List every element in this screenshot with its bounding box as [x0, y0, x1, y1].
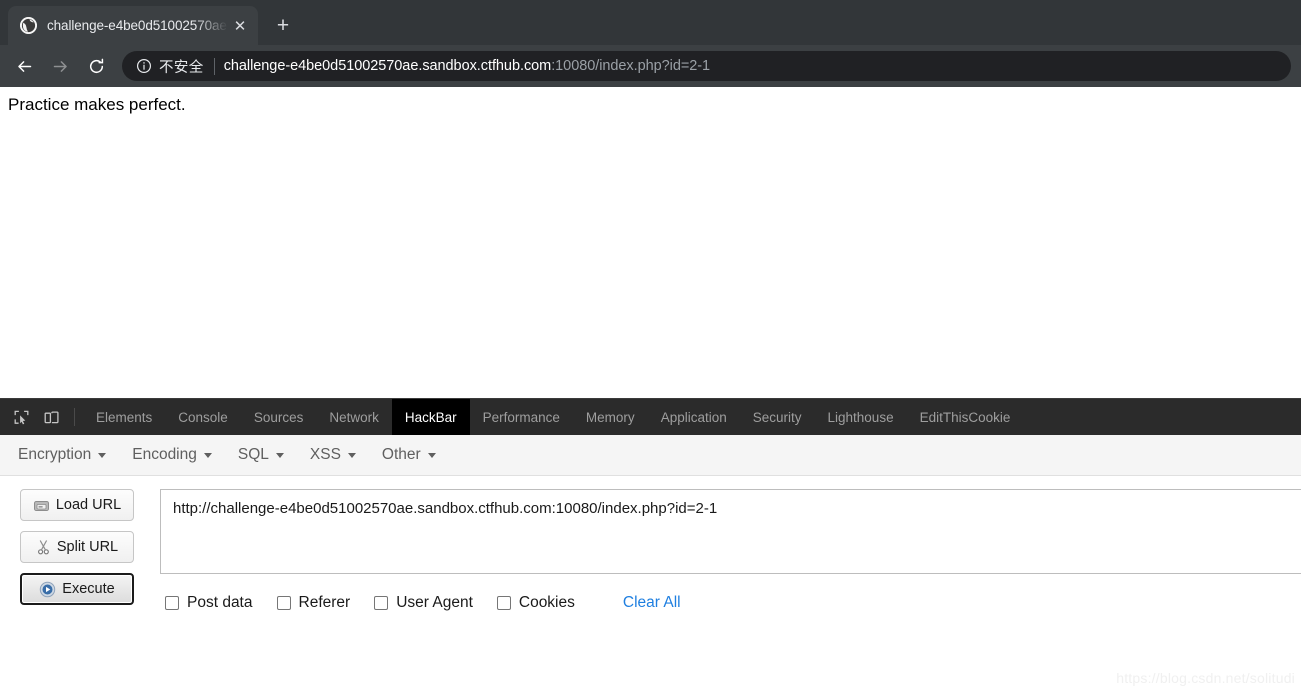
clear-all-link[interactable]: Clear All — [623, 594, 681, 612]
hackbar-action-buttons: Load URL Split URL Execute — [0, 489, 160, 688]
tab-console[interactable]: Console — [165, 399, 241, 435]
hackbar-form: http://challenge-e4be0d51002570ae.sandbo… — [160, 489, 1301, 688]
chevron-down-icon — [98, 452, 107, 458]
tab-editthiscookie[interactable]: EditThisCookie — [907, 399, 1024, 435]
option-referer[interactable]: Referer — [276, 594, 351, 612]
devtools-tabbar: Elements Console Sources Network HackBar… — [0, 398, 1301, 435]
tab-sources[interactable]: Sources — [241, 399, 317, 435]
load-url-label: Load URL — [55, 497, 122, 513]
hackbar-menubar: Encryption Encoding SQL XSS Other — [0, 435, 1301, 476]
page-viewport: Practice makes perfect. — [0, 87, 1301, 398]
cookies-label: Cookies — [518, 594, 575, 611]
url-bar[interactable]: 不安全 challenge-e4be0d51002570ae.sandbox.c… — [122, 51, 1291, 81]
scissors-icon — [36, 539, 51, 555]
info-circle-icon[interactable] — [136, 58, 152, 74]
tab-title: challenge-e4be0d51002570ae. — [47, 18, 228, 33]
navigation-toolbar: 不安全 challenge-e4be0d51002570ae.sandbox.c… — [0, 45, 1301, 87]
menu-encoding[interactable]: Encoding — [132, 446, 212, 464]
browser-tab[interactable]: challenge-e4be0d51002570ae. ✕ — [8, 6, 258, 45]
new-tab-icon[interactable]: + — [268, 11, 298, 41]
tab-application[interactable]: Application — [648, 399, 740, 435]
url-path: :10080/index.php?id=2-1 — [551, 58, 711, 74]
hackbar-options-row: Post data Referer User Agent Cookies Cle… — [160, 574, 1301, 612]
menu-sql-label: SQL — [237, 446, 269, 463]
split-url-button[interactable]: Split URL — [20, 531, 134, 563]
security-status-text: 不安全 — [159, 59, 204, 76]
post-data-label: Post data — [187, 594, 253, 611]
menu-xss-label: XSS — [309, 446, 341, 463]
referer-checkbox[interactable] — [276, 596, 291, 610]
url-text: challenge-e4be0d51002570ae.sandbox.ctfhu… — [224, 58, 710, 74]
post-data-checkbox[interactable] — [165, 596, 179, 610]
tab-network[interactable]: Network — [316, 399, 392, 435]
tab-lighthouse[interactable]: Lighthouse — [815, 399, 907, 435]
device-toolbar-icon[interactable] — [36, 399, 66, 435]
chevron-down-icon — [427, 452, 436, 458]
menu-encoding-label: Encoding — [132, 446, 197, 463]
chevron-down-icon — [203, 452, 212, 458]
close-icon[interactable]: ✕ — [230, 16, 250, 36]
hackbar-panel: Encryption Encoding SQL XSS Other Load U… — [0, 435, 1301, 688]
page-body-text: Practice makes perfect. — [8, 95, 186, 114]
tab-memory[interactable]: Memory — [573, 399, 648, 435]
devtools-panel: Elements Console Sources Network HackBar… — [0, 398, 1301, 688]
option-user-agent[interactable]: User Agent — [374, 594, 473, 612]
reload-icon[interactable] — [80, 50, 112, 82]
load-url-button[interactable]: Load URL — [20, 489, 134, 521]
tab-security[interactable]: Security — [740, 399, 815, 435]
back-icon[interactable] — [8, 50, 40, 82]
menu-other[interactable]: Other — [382, 446, 436, 464]
option-cookies[interactable]: Cookies — [496, 594, 575, 612]
url-input-value: http://challenge-e4be0d51002570ae.sandbo… — [173, 500, 718, 517]
forward-icon[interactable] — [44, 50, 76, 82]
cookies-checkbox[interactable] — [496, 596, 511, 610]
omnibox-divider — [213, 57, 215, 75]
user-agent-label: User Agent — [396, 594, 473, 611]
execute-button[interactable]: Execute — [20, 573, 134, 605]
load-url-icon — [33, 498, 50, 513]
globe-favicon — [20, 17, 37, 34]
tab-performance[interactable]: Performance — [470, 399, 573, 435]
tab-hackbar[interactable]: HackBar — [391, 399, 470, 435]
tab-elements[interactable]: Elements — [83, 399, 165, 435]
url-host: challenge-e4be0d51002570ae.sandbox.ctfhu… — [223, 58, 552, 74]
chevron-down-icon — [275, 452, 284, 458]
menu-encryption-label: Encryption — [18, 446, 92, 463]
url-input[interactable]: http://challenge-e4be0d51002570ae.sandbo… — [160, 489, 1301, 574]
menu-xss[interactable]: XSS — [310, 446, 356, 464]
browser-chrome: challenge-e4be0d51002570ae. ✕ + 不安全 chal… — [0, 0, 1301, 87]
option-post-data[interactable]: Post data — [165, 594, 253, 612]
chevron-down-icon — [347, 452, 356, 458]
execute-label: Execute — [62, 581, 115, 597]
referer-label: Referer — [298, 594, 351, 611]
user-agent-checkbox[interactable] — [374, 596, 389, 610]
split-url-label: Split URL — [56, 539, 119, 555]
inspect-element-icon[interactable] — [6, 399, 36, 435]
play-icon — [39, 581, 56, 598]
menu-sql[interactable]: SQL — [238, 446, 284, 464]
tab-strip: challenge-e4be0d51002570ae. ✕ + — [0, 0, 1301, 45]
toolbar-divider — [74, 408, 75, 426]
menu-encryption[interactable]: Encryption — [18, 446, 107, 464]
hackbar-body: Load URL Split URL Execute http://challe… — [0, 476, 1301, 688]
menu-other-label: Other — [381, 446, 421, 463]
